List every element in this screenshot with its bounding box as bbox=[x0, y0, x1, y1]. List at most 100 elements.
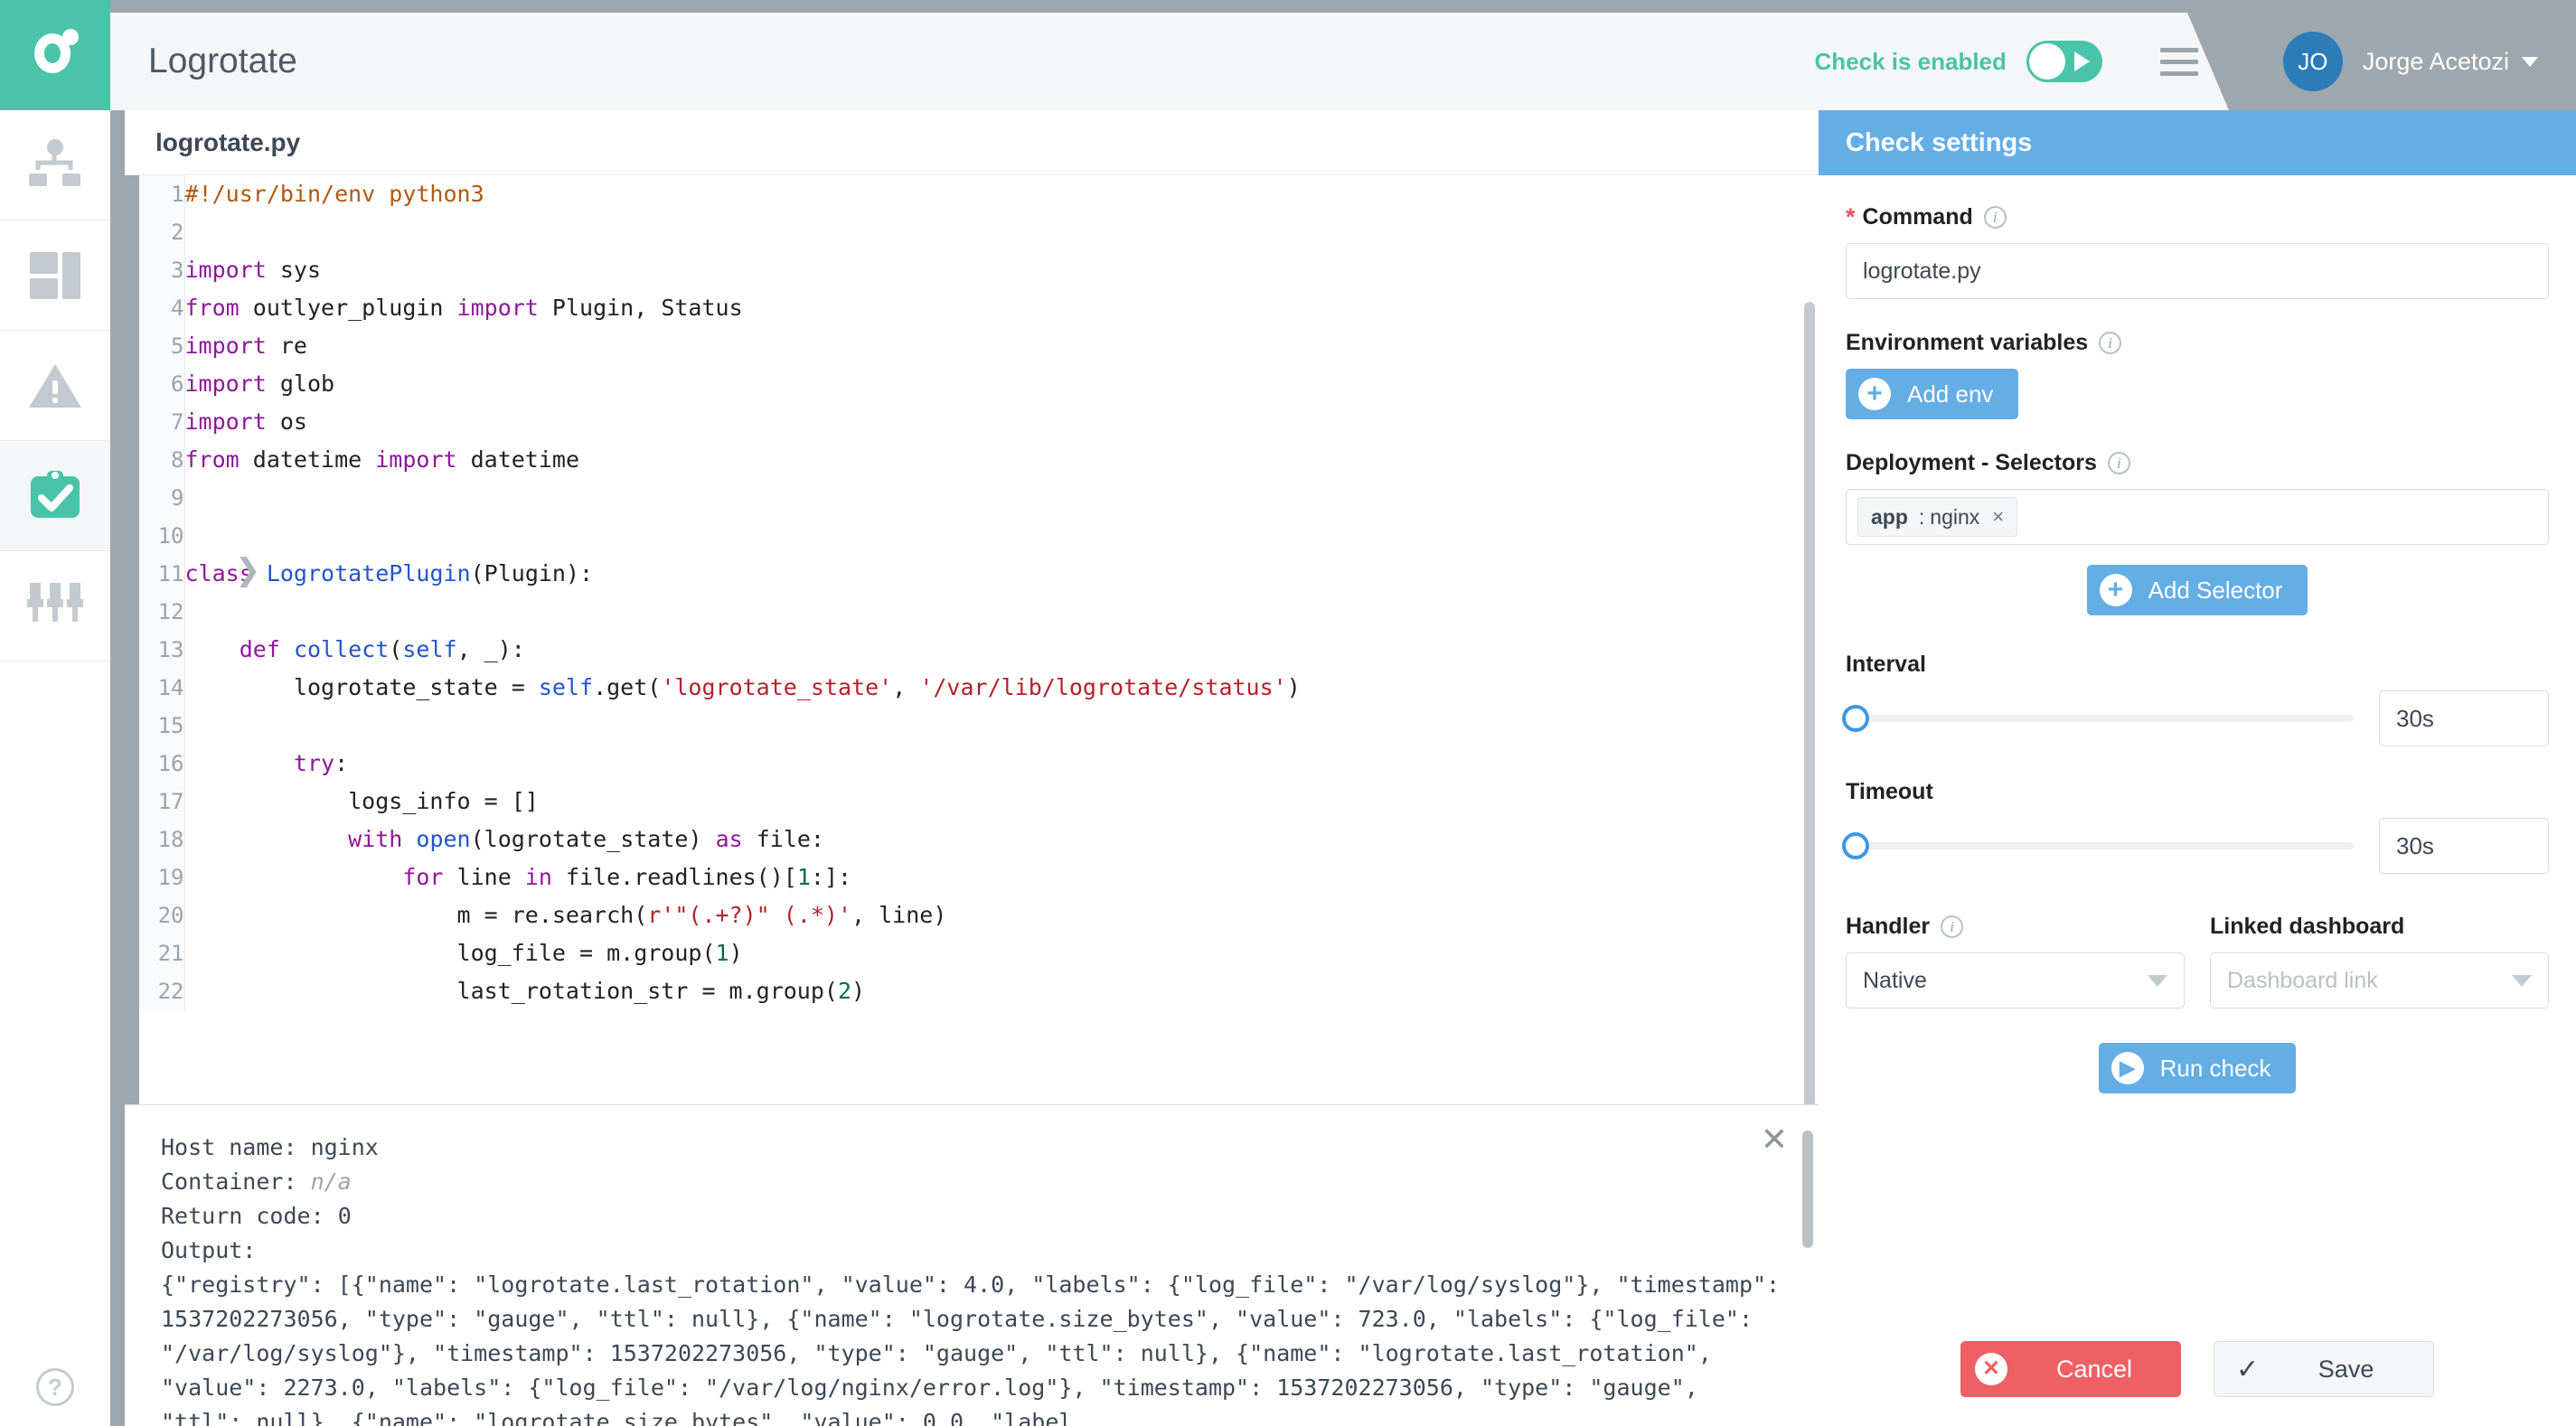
line-source: #!/usr/bin/env python3 bbox=[184, 181, 484, 207]
add-selector-button[interactable]: + Add Selector bbox=[2086, 565, 2308, 615]
selector-chip[interactable]: app : nginx × bbox=[1857, 497, 2018, 537]
command-label: * Command i bbox=[1846, 204, 2549, 230]
sidebar-item-alerts[interactable] bbox=[0, 331, 110, 441]
run-check-button[interactable]: ▶ Run check bbox=[2098, 1043, 2297, 1093]
play-icon bbox=[2073, 52, 2090, 71]
line-source bbox=[184, 707, 1819, 745]
sliders-icon bbox=[27, 582, 83, 622]
selectors-field[interactable]: app : nginx × bbox=[1846, 489, 2549, 545]
play-circle-icon: ▶ bbox=[2111, 1052, 2144, 1084]
check-enabled-toggle[interactable]: Check is enabled bbox=[1814, 41, 2129, 82]
fold-arrow-icon[interactable]: ❯ bbox=[235, 555, 261, 586]
cancel-button-label: Cancel bbox=[2055, 1355, 2133, 1383]
clipboard-check-icon bbox=[31, 470, 80, 518]
code-line: 17 logs_info = [] bbox=[125, 783, 1819, 821]
line-source: logrotate_state = self.get('logrotate_st… bbox=[184, 674, 1301, 700]
linked-dashboard-select[interactable]: Dashboard link bbox=[2210, 952, 2549, 1009]
interval-value: 30s bbox=[2396, 704, 2434, 732]
check-settings-title: Check settings bbox=[1846, 127, 2033, 157]
sidebar-item-checks[interactable] bbox=[0, 441, 110, 551]
command-label-text: Command bbox=[1862, 204, 1973, 230]
grid-icon bbox=[30, 251, 80, 299]
timeout-value-input[interactable]: 30s bbox=[2379, 818, 2549, 874]
close-icon[interactable]: ✕ bbox=[1761, 1123, 1788, 1156]
linked-dashboard-placeholder: Dashboard link bbox=[2227, 967, 2378, 993]
line-source bbox=[184, 479, 1819, 517]
handler-dashboard-row: Handler i Native Linked dashboard Dashbo… bbox=[1846, 914, 2549, 1009]
interval-value-input[interactable]: 30s bbox=[2379, 690, 2549, 746]
app-header: Logrotate Check is enabled JO Jorge Acet… bbox=[110, 13, 2576, 110]
hierarchy-icon bbox=[29, 138, 80, 186]
run-check-button-label: Run check bbox=[2159, 1054, 2271, 1082]
line-source: logs_info = [] bbox=[184, 788, 539, 814]
output-host-value: nginx bbox=[310, 1134, 379, 1160]
info-icon[interactable]: i bbox=[2107, 452, 2130, 474]
required-asterisk: * bbox=[1846, 203, 1856, 230]
code-line: 7 import os bbox=[125, 403, 1819, 441]
check-settings-header: Check settings bbox=[1819, 110, 2576, 175]
handler-label-text: Handler bbox=[1846, 914, 1931, 939]
plus-icon: + bbox=[1858, 378, 1891, 410]
check-settings-panel: Check settings * Command i logrotate.py … bbox=[1819, 110, 2576, 1426]
line-source: def collect(self, _): bbox=[239, 636, 525, 662]
avatar: JO bbox=[2282, 32, 2343, 91]
line-source bbox=[184, 213, 1819, 251]
check-output-panel: ✕ Host name: nginx Container: n/a Return… bbox=[125, 1104, 1819, 1426]
sidebar-item-topology[interactable] bbox=[0, 110, 110, 220]
timeout-slider-knob[interactable] bbox=[1842, 832, 1869, 859]
interval-slider-knob[interactable] bbox=[1842, 705, 1869, 732]
line-source: with open(logrotate_state) as file: bbox=[348, 826, 824, 852]
cancel-button[interactable]: ✕ Cancel bbox=[1960, 1341, 2181, 1397]
add-env-button[interactable]: + Add env bbox=[1846, 369, 2019, 419]
selectors-label: Deployment - Selectors i bbox=[1846, 450, 2549, 476]
code-line: 6 import glob bbox=[125, 365, 1819, 403]
line-source: for line in file.readlines()[1:]: bbox=[402, 864, 852, 890]
sidebar-item-integrations[interactable] bbox=[0, 551, 110, 661]
toggle-knob bbox=[2028, 43, 2065, 80]
env-variables-label: Environment variables i bbox=[1846, 330, 2549, 356]
linked-dashboard-label-text: Linked dashboard bbox=[2210, 914, 2405, 939]
code-editor[interactable]: 1 #!/usr/bin/env python3 2 3 import sys 4 fro… bbox=[125, 175, 1819, 1104]
code-line: 16 try: bbox=[125, 745, 1819, 783]
user-menu[interactable]: JO Jorge Acetozi bbox=[2186, 13, 2576, 110]
timeout-slider[interactable] bbox=[1842, 832, 2354, 859]
code-line: 3 import sys bbox=[125, 251, 1819, 289]
output-scrollbar[interactable] bbox=[1802, 1130, 1813, 1248]
line-source: try: bbox=[293, 750, 349, 776]
line-source: class LogrotatePlugin(Plugin): bbox=[184, 560, 594, 586]
app-logo[interactable] bbox=[0, 0, 110, 110]
linked-dashboard-label: Linked dashboard bbox=[2210, 914, 2549, 940]
remove-selector-icon[interactable]: × bbox=[1992, 505, 2004, 529]
code-line: 13 def collect(self, _): bbox=[125, 631, 1819, 669]
output-container-row: Container: n/a bbox=[161, 1165, 1782, 1199]
outlyer-logo-icon bbox=[34, 29, 79, 73]
handler-select[interactable]: Native bbox=[1846, 952, 2185, 1009]
sidebar-item-dashboards[interactable] bbox=[0, 220, 110, 331]
code-line: 19 for line in file.readlines()[1:]: bbox=[125, 858, 1819, 896]
editor-scrollbar[interactable] bbox=[1804, 302, 1815, 1104]
left-icon-rail: ? bbox=[0, 0, 110, 1426]
output-host-label: Host name: bbox=[161, 1134, 297, 1160]
interval-slider[interactable] bbox=[1842, 705, 2354, 732]
command-input[interactable]: logrotate.py bbox=[1846, 243, 2549, 299]
chevron-down-icon bbox=[2522, 56, 2538, 67]
code-line: 11 class LogrotatePlugin(Plugin): bbox=[125, 555, 1819, 593]
header-right-group: Check is enabled JO Jorge Acetozi bbox=[1814, 13, 2576, 110]
settings-footer: ✕ Cancel ✓ Save bbox=[1819, 1341, 2576, 1397]
help-button[interactable]: ? bbox=[0, 1368, 110, 1406]
help-icon: ? bbox=[36, 1368, 74, 1406]
info-icon[interactable]: i bbox=[1983, 206, 2007, 229]
info-icon[interactable]: i bbox=[1941, 915, 1964, 938]
code-line: 4 from outlyer_plugin import Plugin, Stat… bbox=[125, 289, 1819, 327]
toggle-switch[interactable] bbox=[2026, 41, 2102, 82]
code-line: 2 bbox=[125, 213, 1819, 251]
handler-group: Handler i Native bbox=[1846, 914, 2185, 1009]
line-source: from outlyer_plugin import Plugin, Statu… bbox=[184, 295, 743, 321]
code-line: 18 with open(logrotate_state) as file: bbox=[125, 821, 1819, 858]
code-line: 5 import re bbox=[125, 327, 1819, 365]
check-settings-body: * Command i logrotate.py Environment var… bbox=[1819, 175, 2576, 1426]
save-button[interactable]: ✓ Save bbox=[2214, 1341, 2434, 1397]
selector-chip-value: nginx bbox=[1930, 504, 1980, 529]
info-icon[interactable]: i bbox=[2099, 332, 2122, 354]
interval-label-text: Interval bbox=[1846, 652, 1926, 677]
